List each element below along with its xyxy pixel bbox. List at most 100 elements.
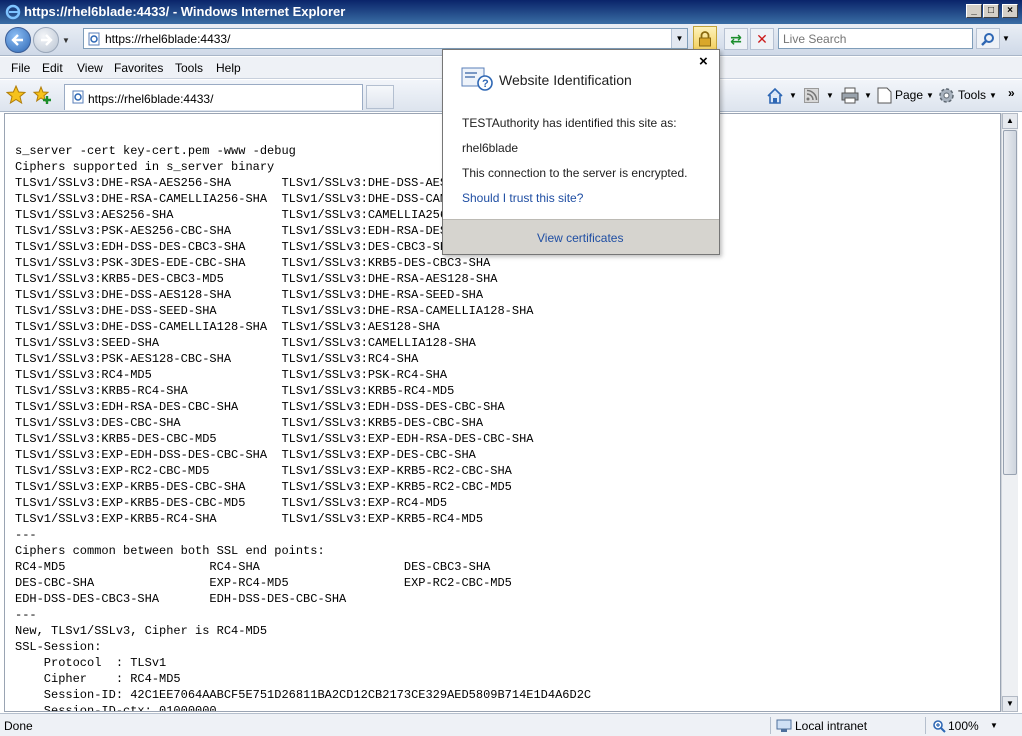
stop-button[interactable]: ✕ [750, 28, 774, 50]
minimize-button[interactable]: _ [966, 4, 982, 18]
search-input[interactable] [778, 28, 973, 49]
status-divider [770, 717, 771, 734]
menu-favorites[interactable]: Favorites [114, 61, 163, 75]
stop-icon: ✕ [756, 31, 768, 47]
output-line: EDH-DSS-DES-CBC3-SHA EDH-DSS-DES-CBC-SHA [15, 592, 347, 606]
menu-help[interactable]: Help [216, 61, 241, 75]
output-line: TLSv1/SSLv3:PSK-AES128-CBC-SHA TLSv1/SSL… [15, 352, 419, 366]
menu-view[interactable]: View [77, 61, 103, 75]
window-title: https://rhel6blade:4433/ - Windows Inter… [24, 4, 346, 19]
output-line: TLSv1/SSLv3:KRB5-RC4-SHA TLSv1/SSLv3:KRB… [15, 384, 455, 398]
back-button[interactable] [5, 27, 31, 53]
output-line: TLSv1/SSLv3:EXP-KRB5-DES-CBC-MD5 TLSv1/S… [15, 496, 448, 510]
title-bar: https://rhel6blade:4433/ - Windows Inter… [0, 0, 1022, 24]
address-dropdown-icon[interactable]: ▼ [671, 29, 687, 48]
search-button[interactable] [976, 28, 1000, 49]
search-options-dropdown-icon[interactable]: ▼ [1002, 34, 1010, 43]
recent-pages-dropdown-icon[interactable]: ▼ [62, 36, 70, 45]
output-line: Session-ID: 42C1EE7064AABCF5E751D26811BA… [15, 688, 592, 702]
scroll-thumb[interactable] [1003, 130, 1017, 475]
tab-rhel6blade[interactable]: https://rhel6blade:4433/ [64, 84, 363, 110]
tab-title: https://rhel6blade:4433/ [88, 92, 214, 106]
scroll-down-arrow-icon[interactable]: ▼ [1002, 696, 1018, 712]
maximize-button[interactable]: □ [983, 4, 999, 18]
output-line: TLSv1/SSLv3:PSK-3DES-EDE-CBC-SHA TLSv1/S… [15, 256, 491, 270]
gear-icon [939, 88, 954, 103]
output-line: TLSv1/SSLv3:DHE-DSS-CAMELLIA128-SHA TLSv… [15, 320, 440, 334]
popup-close-icon[interactable]: × [699, 53, 708, 70]
address-bar[interactable]: https://rhel6blade:4433/ ▼ [83, 28, 688, 49]
feeds-icon[interactable] [804, 88, 819, 103]
new-tab-button[interactable] [366, 85, 394, 109]
page-icon [88, 32, 100, 46]
menu-tools[interactable]: Tools [175, 61, 203, 75]
zoom-dropdown-icon[interactable]: ▼ [990, 721, 998, 730]
output-line: Ciphers common between both SSL end poin… [15, 544, 325, 558]
lock-icon [699, 31, 711, 47]
trust-site-link[interactable]: Should I trust this site? [462, 191, 583, 205]
forward-button[interactable] [33, 27, 59, 53]
page-dropdown-icon[interactable]: ▼ [926, 91, 934, 100]
tools-menu-button[interactable]: Tools [958, 88, 986, 102]
zoom-magnifier-icon [933, 720, 946, 733]
refresh-button[interactable]: ⇄ [724, 28, 748, 50]
output-line: TLSv1/SSLv3:KRB5-DES-CBC-MD5 TLSv1/SSLv3… [15, 432, 534, 446]
output-line: TLSv1/SSLv3:EXP-KRB5-RC4-SHA TLSv1/SSLv3… [15, 512, 484, 526]
forward-arrow-icon [41, 34, 53, 46]
output-line: SSL-Session: [15, 640, 102, 654]
vertical-scrollbar[interactable]: ▲ ▼ [1001, 113, 1018, 712]
favorites-star-icon[interactable] [6, 85, 26, 105]
popup-footer: View certificates [443, 219, 719, 254]
back-arrow-icon [11, 34, 23, 46]
identified-by-text: TESTAuthority has identified this site a… [462, 116, 677, 130]
status-divider [925, 717, 926, 734]
status-bar: Done Local intranet 100% ▼ [0, 713, 1022, 736]
zone-label: Local intranet [795, 719, 868, 733]
close-window-button[interactable]: × [1002, 4, 1018, 18]
output-line: Session-ID-ctx: 01000000 [15, 704, 217, 712]
more-chevron-icon[interactable]: » [1008, 86, 1015, 100]
output-line: TLSv1/SSLv3:DES-CBC-SHA TLSv1/SSLv3:KRB5… [15, 416, 484, 430]
output-line: TLSv1/SSLv3:EXP-EDH-DSS-DES-CBC-SHA TLSv… [15, 448, 476, 462]
output-line: TLSv1/SSLv3:SEED-SHA TLSv1/SSLv3:CAMELLI… [15, 336, 476, 350]
output-line: TLSv1/SSLv3:EXP-RC2-CBC-MD5 TLSv1/SSLv3:… [15, 464, 512, 478]
feeds-dropdown-icon[interactable]: ▼ [826, 91, 834, 100]
certificate-help-icon: ? [461, 67, 493, 91]
zoom-level: 100% [948, 719, 979, 733]
status-text: Done [4, 719, 33, 733]
ie-logo-icon [5, 4, 21, 20]
view-certificates-link[interactable]: View certificates [537, 231, 623, 245]
output-line: TLSv1/SSLv3:DHE-DSS-AES128-SHA TLSv1/SSL… [15, 288, 484, 302]
website-identification-popup: ? Website Identification × TESTAuthority… [442, 49, 720, 255]
output-line: New, TLSv1/SSLv3, Cipher is RC4-MD5 [15, 624, 268, 638]
svg-text:?: ? [482, 78, 489, 90]
output-line: RC4-MD5 RC4-SHA DES-CBC3-SHA [15, 560, 491, 574]
print-icon[interactable] [841, 87, 859, 104]
tools-dropdown-icon[interactable]: ▼ [989, 91, 997, 100]
page-menu-icon [877, 87, 892, 104]
page-icon [72, 90, 84, 104]
output-line: Protocol : TLSv1 [15, 656, 167, 670]
scroll-up-arrow-icon[interactable]: ▲ [1002, 113, 1018, 129]
home-dropdown-icon[interactable]: ▼ [789, 91, 797, 100]
output-line: --- [15, 528, 37, 542]
refresh-icon: ⇄ [730, 31, 742, 47]
add-favorites-icon[interactable] [32, 85, 52, 105]
magnifier-icon [981, 33, 994, 46]
print-dropdown-icon[interactable]: ▼ [864, 91, 872, 100]
url-text[interactable]: https://rhel6blade:4433/ [105, 32, 230, 46]
menu-edit[interactable]: Edit [42, 61, 63, 75]
menu-file[interactable]: File [11, 61, 30, 75]
output-line: Cipher : RC4-MD5 [15, 672, 181, 686]
output-line: --- [15, 608, 37, 622]
home-icon[interactable] [766, 87, 784, 105]
output-line: TLSv1/SSLv3:EDH-RSA-DES-CBC-SHA TLSv1/SS… [15, 400, 505, 414]
popup-title: Website Identification [499, 72, 632, 88]
output-line: DES-CBC-SHA EXP-RC4-MD5 EXP-RC2-CBC-MD5 [15, 576, 512, 590]
output-line: TLSv1/SSLv3:KRB5-DES-CBC3-MD5 TLSv1/SSLv… [15, 272, 498, 286]
intranet-icon [776, 719, 792, 732]
output-line: TLSv1/SSLv3:EXP-KRB5-DES-CBC-SHA TLSv1/S… [15, 480, 512, 494]
output-line: TLSv1/SSLv3:DHE-DSS-SEED-SHA TLSv1/SSLv3… [15, 304, 534, 318]
page-menu-button[interactable]: Page [895, 88, 923, 102]
site-name: rhel6blade [462, 141, 519, 155]
